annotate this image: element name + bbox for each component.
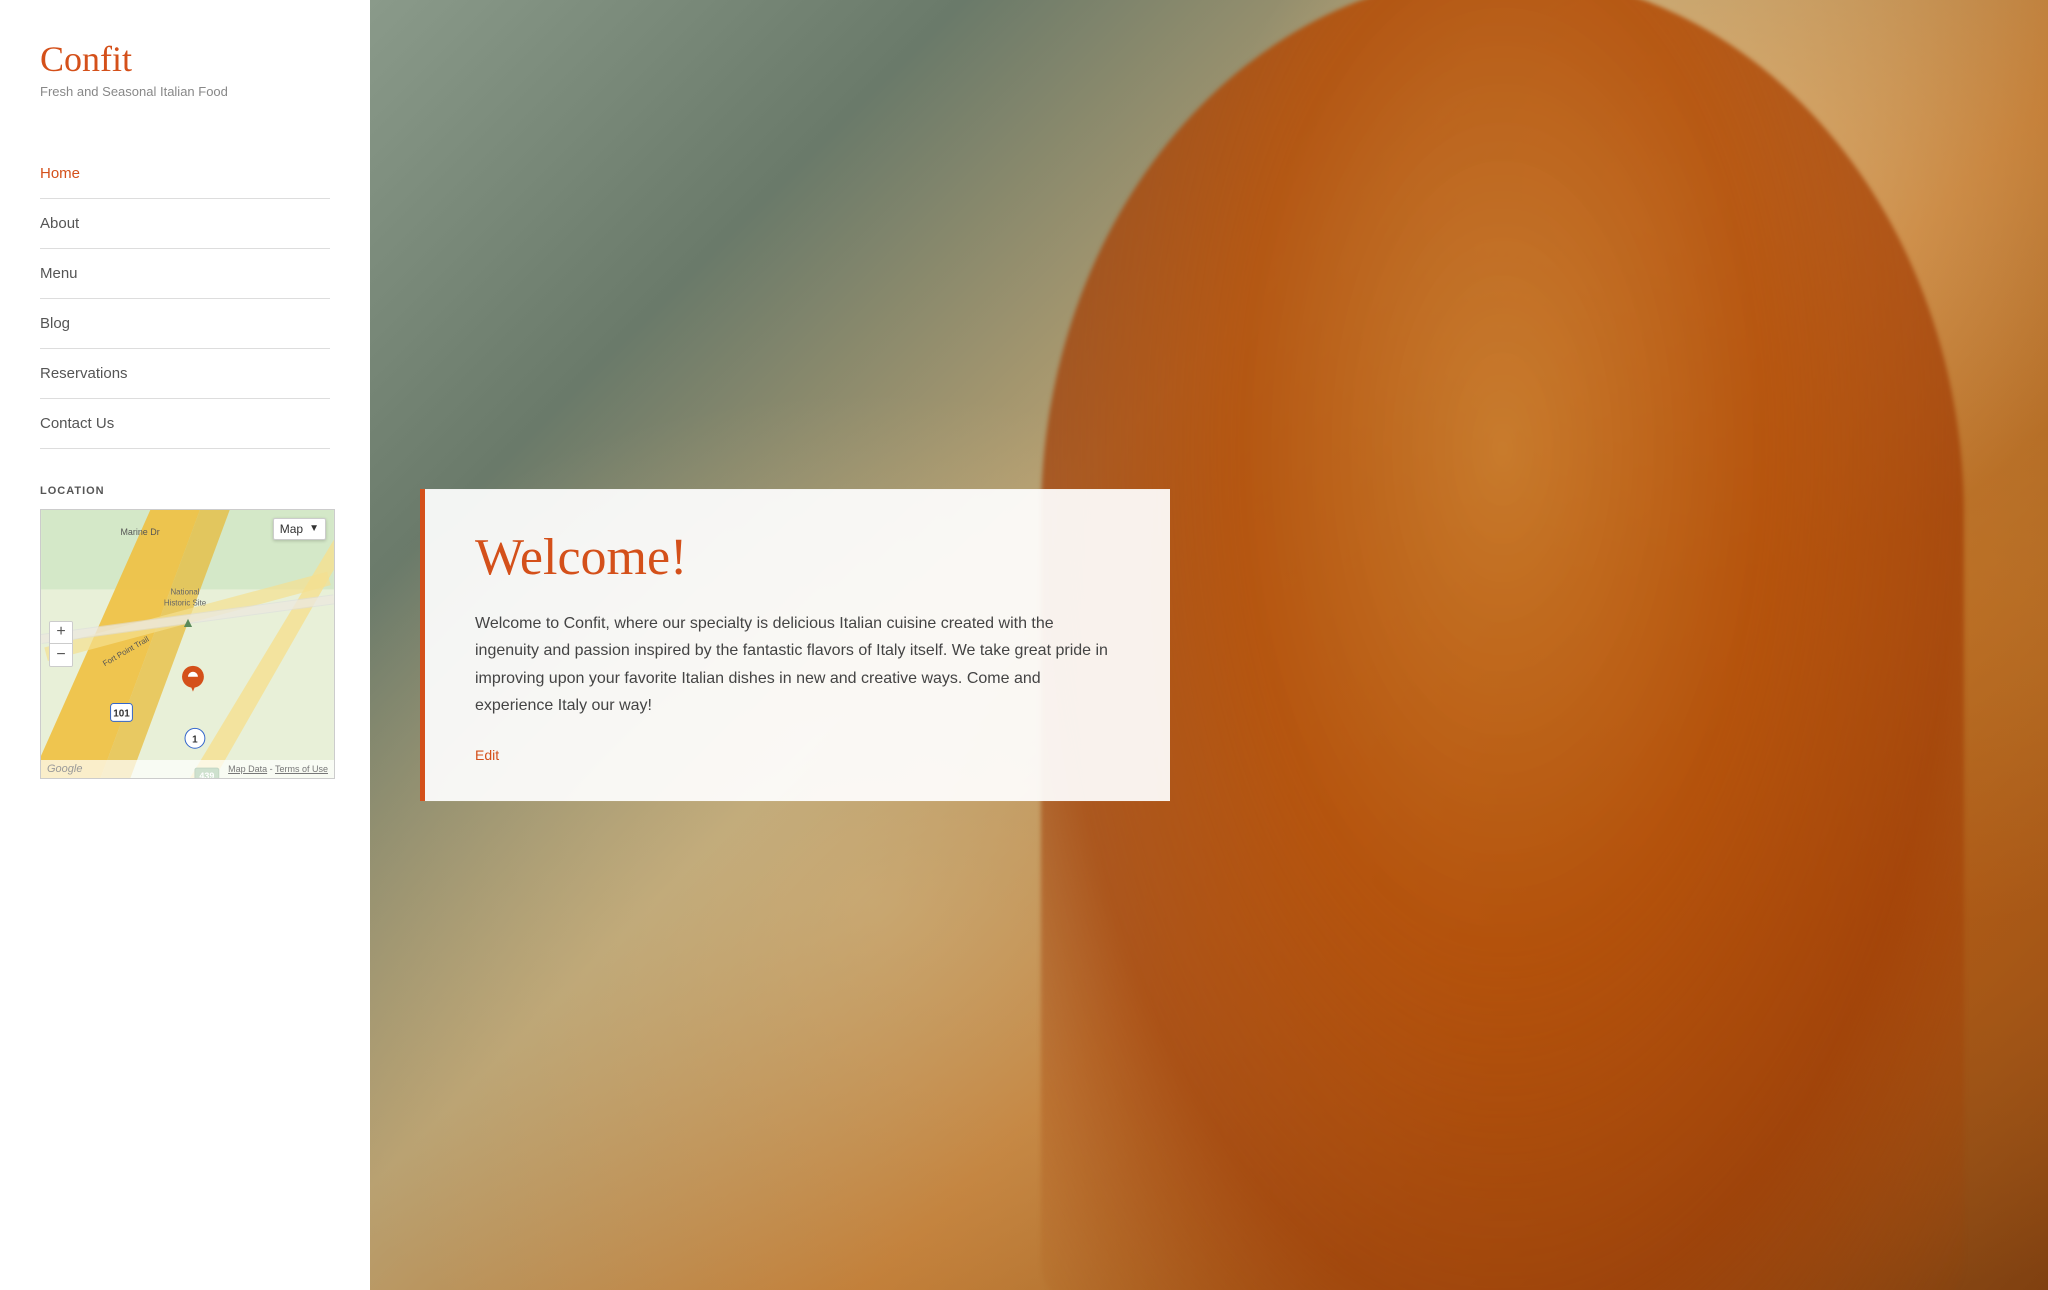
google-logo: Google: [47, 763, 82, 775]
terms-of-use-link[interactable]: Terms of Use: [275, 764, 328, 774]
svg-text:101: 101: [113, 708, 130, 719]
nav-item-about[interactable]: About: [40, 199, 330, 249]
nav-item-menu[interactable]: Menu: [40, 249, 330, 299]
svg-text:Historic Site: Historic Site: [164, 598, 207, 607]
nav-link-reservations[interactable]: Reservations: [40, 349, 330, 398]
brand-section: Confit Fresh and Seasonal Italian Food: [40, 40, 330, 99]
welcome-card: Welcome! Welcome to Confit, where our sp…: [420, 489, 1170, 801]
map-attribution: Map Data - Terms of Use: [228, 764, 328, 774]
svg-text:1: 1: [192, 734, 198, 745]
svg-text:Marine Dr: Marine Dr: [121, 526, 160, 536]
site-subtitle: Fresh and Seasonal Italian Food: [40, 84, 330, 99]
nav-item-contact-us[interactable]: Contact Us: [40, 399, 330, 449]
nav-link-contact-us[interactable]: Contact Us: [40, 399, 330, 448]
svg-text:▲: ▲: [181, 614, 195, 630]
nav-item-home[interactable]: Home: [40, 149, 330, 199]
map-type-arrow: ▼: [309, 523, 319, 534]
nav-item-blog[interactable]: Blog: [40, 299, 330, 349]
main-content: Welcome! Welcome to Confit, where our sp…: [370, 0, 2048, 1290]
svg-text:National: National: [170, 587, 199, 596]
location-label: LOCATION: [40, 485, 330, 497]
location-section: LOCATION Fort Point Trail: [40, 485, 330, 779]
zoom-out-button[interactable]: −: [50, 644, 72, 666]
map-type-control[interactable]: Map ▼: [273, 518, 326, 540]
edit-link[interactable]: Edit: [475, 747, 499, 763]
zoom-in-button[interactable]: +: [50, 622, 72, 644]
welcome-body: Welcome to Confit, where our specialty i…: [475, 610, 1120, 719]
map-zoom-controls: + −: [49, 621, 73, 667]
map-container[interactable]: Fort Point Trail Marine Dr National Hist…: [40, 509, 335, 779]
nav-link-about[interactable]: About: [40, 199, 330, 248]
wine-glass-decoration: [1041, 0, 1964, 1290]
map-bottom-bar: Google Map Data - Terms of Use: [41, 760, 334, 778]
sidebar: Confit Fresh and Seasonal Italian Food H…: [0, 0, 370, 1290]
welcome-title: Welcome!: [475, 529, 1120, 586]
main-nav: HomeAboutMenuBlogReservationsContact Us: [40, 129, 330, 449]
nav-item-reservations[interactable]: Reservations: [40, 349, 330, 399]
map-type-label: Map: [280, 522, 303, 536]
nav-link-home[interactable]: Home: [40, 149, 330, 198]
nav-list: HomeAboutMenuBlogReservationsContact Us: [40, 149, 330, 449]
site-title[interactable]: Confit: [40, 40, 330, 80]
map-data-link[interactable]: Map Data: [228, 764, 267, 774]
nav-link-blog[interactable]: Blog: [40, 299, 330, 348]
nav-link-menu[interactable]: Menu: [40, 249, 330, 298]
